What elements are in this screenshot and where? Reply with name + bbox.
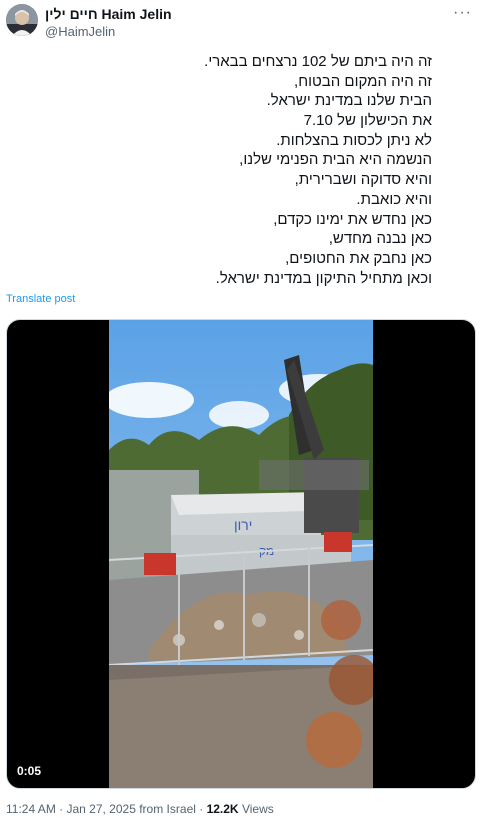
post-source: from Israel	[135, 802, 196, 816]
post-line: וכאן מתחיל התיקון במדינת ישראל.	[215, 269, 432, 287]
post-date[interactable]: Jan 27, 2025	[66, 802, 135, 816]
svg-text:ירון: ירון	[234, 517, 252, 533]
post-line: והיא כואבת.	[356, 190, 432, 208]
view-count: 12.2K	[206, 802, 239, 816]
author-display-name[interactable]: חיים ילין Haim Jelin	[45, 6, 172, 22]
meta-separator: ·	[55, 802, 67, 816]
post-line: כאן נבנה מחדש,	[328, 230, 432, 248]
video-elapsed-time: 0:05	[17, 764, 42, 778]
post-line: את הכישלון של 7.10	[303, 112, 432, 130]
post-line: לא ניתן לכסות בהצלחות.	[276, 131, 432, 149]
post-text: זה היה ביתם של 102 נרצחים בבארי. זה היה …	[204, 52, 432, 288]
post-line: כאן נחבק את החטופים,	[285, 249, 432, 267]
video-player[interactable]: ירון מק 0:05	[6, 319, 476, 789]
post-line: הבית שלנו במדינת ישראל.	[266, 92, 432, 110]
meta-separator: ·	[195, 802, 207, 816]
post-line: זה היה המקום הבטוח,	[294, 72, 432, 90]
post-time[interactable]: 11:24 AM	[6, 802, 56, 816]
video-frame: ירון מק	[109, 320, 373, 788]
author-avatar[interactable]	[6, 4, 38, 36]
author-handle[interactable]: @HaimJelin	[45, 24, 115, 39]
post-line: כאן נחדש את ימינו כקדם,	[273, 210, 432, 228]
post-line: זה היה ביתם של 102 נרצחים בבארי.	[204, 53, 432, 70]
post-line: הנשמה היא הבית הפנימי שלנו,	[239, 151, 432, 169]
post-metadata: 11:24 AM · Jan 27, 2025 from Israel · 12…	[6, 802, 274, 816]
more-horizontal-icon[interactable]: ···	[453, 4, 472, 22]
views-label: Views	[238, 802, 274, 816]
translate-post-link[interactable]: Translate post	[6, 293, 75, 305]
post-line: והיא סדוקה ושברירית,	[294, 171, 432, 189]
avatar-photo	[6, 4, 38, 36]
